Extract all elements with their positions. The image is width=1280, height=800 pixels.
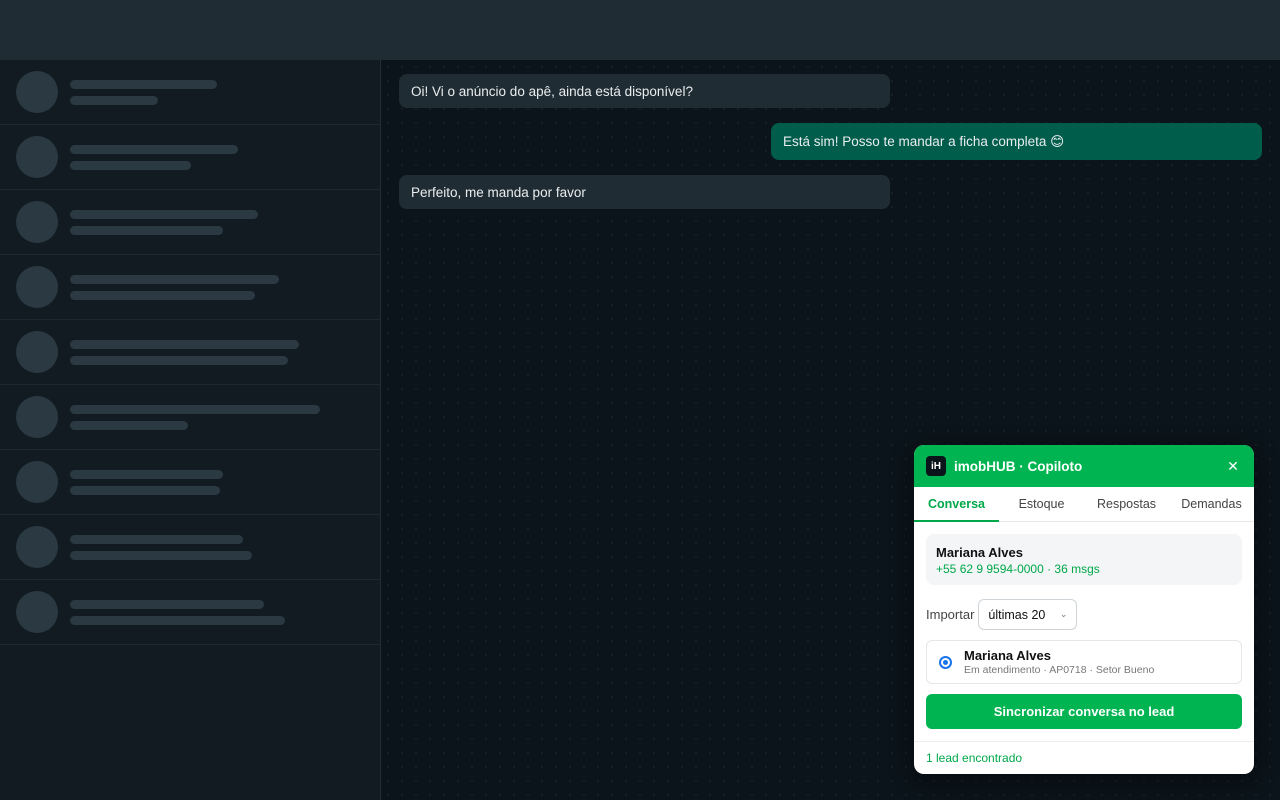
import-select[interactable]: últimas 20 ⌄: [978, 599, 1078, 630]
chat-list-item[interactable]: [0, 320, 380, 385]
close-icon[interactable]: ✕: [1224, 458, 1242, 475]
chat-list-item[interactable]: [0, 125, 380, 190]
lead-radio[interactable]: [939, 655, 952, 669]
preview-placeholder: [70, 96, 158, 105]
copilot-title: imobHUB · Copiloto: [954, 458, 1083, 474]
preview-placeholder: [70, 161, 191, 170]
preview-placeholder: [70, 486, 220, 495]
chat-list-item[interactable]: [0, 385, 380, 450]
avatar-placeholder: [16, 461, 58, 503]
tab-conversa[interactable]: Conversa: [914, 487, 999, 522]
name-placeholder: [70, 600, 264, 609]
lead-name: Mariana Alves: [964, 648, 1051, 663]
avatar-placeholder: [16, 591, 58, 633]
chat-list-item[interactable]: [0, 60, 380, 125]
preview-placeholder: [70, 421, 188, 430]
lead-option[interactable]: Mariana Alves Em atendimento · AP0718 · …: [926, 640, 1242, 684]
preview-placeholder: [70, 291, 255, 300]
chat-list-item[interactable]: [0, 515, 380, 580]
contact-meta: +55 62 9 9594-0000 · 36 msgs: [936, 562, 1100, 576]
avatar-placeholder: [16, 331, 58, 373]
chat-list-item[interactable]: [0, 450, 380, 515]
preview-placeholder: [70, 226, 223, 235]
tab-demandas[interactable]: Demandas: [1169, 487, 1254, 521]
contact-card: Mariana Alves +55 62 9 9594-0000 · 36 ms…: [926, 534, 1242, 585]
name-placeholder: [70, 340, 299, 349]
lead-text: Mariana Alves Em atendimento · AP0718 · …: [964, 648, 1154, 676]
avatar-placeholder: [16, 71, 58, 113]
chat-list-item[interactable]: [0, 190, 380, 255]
name-placeholder: [70, 275, 279, 284]
chevron-down-icon: ⌄: [1059, 609, 1068, 619]
message-outgoing: Está sim! Posso te mandar a ficha comple…: [771, 123, 1262, 160]
message-incoming: Perfeito, me manda por favor: [399, 175, 890, 209]
name-placeholder: [70, 145, 238, 154]
import-label: Importar: [926, 607, 975, 622]
tab-estoque[interactable]: Estoque: [999, 487, 1084, 521]
contact-name: Mariana Alves: [936, 545, 1023, 560]
top-bar: [0, 0, 1280, 60]
name-placeholder: [70, 405, 320, 414]
copilot-tabs: Conversa Estoque Respostas Demandas: [914, 487, 1254, 522]
lead-details: Em atendimento · AP0718 · Setor Bueno: [964, 664, 1155, 676]
name-placeholder: [70, 535, 243, 544]
preview-placeholder: [70, 356, 288, 365]
import-row: Importar últimas 20 ⌄: [926, 599, 1078, 630]
sync-conversation-button[interactable]: Sincronizar conversa no lead: [926, 694, 1242, 729]
name-placeholder: [70, 210, 258, 219]
imobhub-logo-icon: iH: [926, 456, 946, 476]
copilot-header: iH imobHUB · Copiloto ✕: [914, 445, 1254, 487]
name-placeholder: [70, 470, 223, 479]
chat-list-item[interactable]: [0, 255, 380, 320]
preview-placeholder: [70, 551, 252, 560]
chat-list-sidebar: [0, 60, 381, 800]
copilot-panel: iH imobHUB · Copiloto ✕ Conversa Estoque…: [914, 445, 1254, 774]
message-incoming: Oi! Vi o anúncio do apê, ainda está disp…: [399, 74, 890, 108]
avatar-placeholder: [16, 136, 58, 178]
avatar-placeholder: [16, 201, 58, 243]
avatar-placeholder: [16, 526, 58, 568]
avatar-placeholder: [16, 396, 58, 438]
tab-respostas[interactable]: Respostas: [1084, 487, 1169, 521]
name-placeholder: [70, 80, 217, 89]
chat-list-item[interactable]: [0, 580, 380, 645]
import-select-value: últimas 20: [988, 607, 1046, 622]
preview-placeholder: [70, 616, 285, 625]
leads-found-status: 1 lead encontrado: [914, 741, 1254, 774]
avatar-placeholder: [16, 266, 58, 308]
